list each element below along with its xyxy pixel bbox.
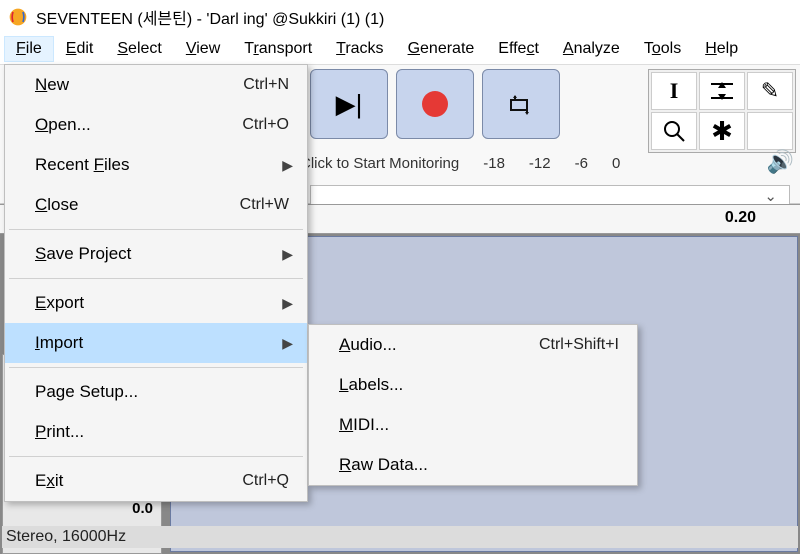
import-midi[interactable]: MIDI... [309, 405, 637, 445]
loop-icon [507, 92, 535, 116]
submenu-arrow-icon: ▶ [282, 157, 293, 174]
loop-button[interactable] [482, 69, 560, 139]
menu-select[interactable]: Select [105, 36, 173, 62]
file-exit[interactable]: ExitCtrl+Q [5, 461, 307, 501]
record-icon [422, 91, 448, 117]
menu-separator [9, 278, 303, 279]
meter-tick: -12 [529, 155, 551, 172]
menu-help[interactable]: Help [693, 36, 750, 62]
menu-generate[interactable]: Generate [396, 36, 487, 62]
ruler-mark: 0.20 [725, 209, 756, 227]
speaker-icon[interactable]: 🔊 [767, 149, 794, 175]
menu-transport[interactable]: Transport [232, 36, 324, 62]
file-export[interactable]: Export▶ [5, 283, 307, 323]
envelope-icon [709, 80, 735, 102]
file-print[interactable]: Print... [5, 412, 307, 452]
import-submenu: Audio...Ctrl+Shift+I Labels... MIDI... R… [308, 324, 638, 486]
multi-tool[interactable]: ✱ [699, 112, 745, 150]
file-import[interactable]: Import▶ [5, 323, 307, 363]
file-new[interactable]: NewCtrl+N [5, 65, 307, 105]
menu-effect[interactable]: Effect [486, 36, 551, 62]
file-open[interactable]: Open...Ctrl+O [5, 105, 307, 145]
menu-tracks[interactable]: Tracks [324, 36, 395, 62]
empty-tool [747, 112, 793, 150]
menu-file[interactable]: File [4, 36, 54, 62]
submenu-arrow-icon: ▶ [282, 246, 293, 263]
file-page-setup[interactable]: Page Setup... [5, 372, 307, 412]
submenu-arrow-icon: ▶ [282, 335, 293, 352]
file-recent[interactable]: Recent Files▶ [5, 145, 307, 185]
recording-meter[interactable]: Click to Start Monitoring -18 -12 -6 0 [300, 151, 740, 175]
menu-bar: File Edit Select View Transport Tracks G… [0, 34, 800, 64]
track-info: Stereo, 16000Hz [2, 526, 798, 548]
submenu-arrow-icon: ▶ [282, 295, 293, 312]
skip-end-icon: ▶| [336, 89, 363, 120]
file-save-project[interactable]: Save Project▶ [5, 234, 307, 274]
import-raw-data[interactable]: Raw Data... [309, 445, 637, 485]
menu-separator [9, 456, 303, 457]
menu-separator [9, 367, 303, 368]
meter-tick: 0 [612, 155, 620, 172]
ibeam-icon: I [670, 78, 679, 104]
menu-view[interactable]: View [174, 36, 232, 62]
menu-tools[interactable]: Tools [632, 36, 693, 62]
envelope-tool[interactable] [699, 72, 745, 110]
zoom-icon [662, 119, 686, 143]
menu-separator [9, 229, 303, 230]
file-menu-dropdown: NewCtrl+N Open...Ctrl+O Recent Files▶ Cl… [4, 64, 308, 502]
chevron-down-icon: ⌄ [764, 187, 777, 205]
pencil-icon: ✎ [761, 78, 779, 104]
meter-tick: -6 [575, 155, 588, 172]
app-icon [8, 7, 28, 27]
zoom-tool[interactable] [651, 112, 697, 150]
title-bar: SEVENTEEN (세븐틴) - 'Darl ing' @Sukkiri (1… [0, 0, 800, 34]
skip-end-button[interactable]: ▶| [310, 69, 388, 139]
tools-grid: I ✎ ✱ [648, 69, 796, 153]
import-labels[interactable]: Labels... [309, 365, 637, 405]
import-audio[interactable]: Audio...Ctrl+Shift+I [309, 325, 637, 365]
meter-click-label: Click to Start Monitoring [300, 155, 459, 172]
star-icon: ✱ [711, 116, 733, 147]
draw-tool[interactable]: ✎ [747, 72, 793, 110]
selection-tool[interactable]: I [651, 72, 697, 110]
record-button[interactable] [396, 69, 474, 139]
menu-analyze[interactable]: Analyze [551, 36, 632, 62]
window-title: SEVENTEEN (세븐틴) - 'Darl ing' @Sukkiri (1… [36, 5, 384, 29]
track-gain-label: 0.0 [132, 500, 153, 517]
meter-tick: -18 [483, 155, 505, 172]
file-close[interactable]: CloseCtrl+W [5, 185, 307, 225]
menu-edit[interactable]: Edit [54, 36, 106, 62]
transport-toolbar: ▶| [310, 69, 560, 139]
